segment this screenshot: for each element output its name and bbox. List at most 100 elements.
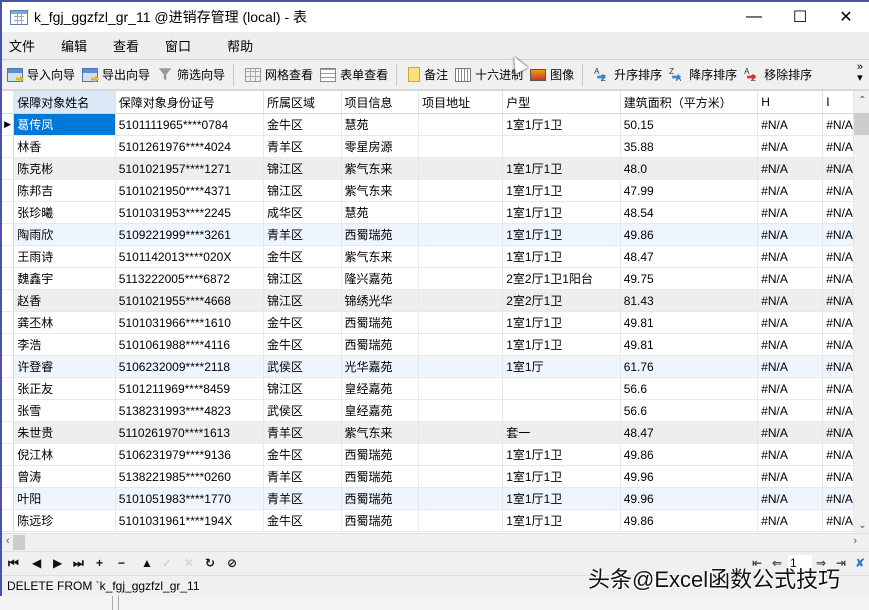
- table-cell[interactable]: [502, 377, 621, 400]
- table-cell[interactable]: 5101142013****020X: [115, 245, 265, 268]
- table-cell[interactable]: #N/A: [822, 487, 854, 510]
- table-cell[interactable]: 龚丕林: [13, 311, 116, 334]
- table-cell[interactable]: 赵香: [13, 289, 116, 312]
- table-cell[interactable]: #N/A: [822, 465, 854, 488]
- table-cell[interactable]: 5106231979****9136: [115, 443, 265, 466]
- table-cell[interactable]: [418, 311, 504, 334]
- table-cell[interactable]: 1室1厅1卫: [502, 509, 621, 532]
- next-record-button[interactable]: ▶: [53, 556, 62, 570]
- table-cell[interactable]: 5101021957****1271: [115, 157, 265, 180]
- sort-ascending-button[interactable]: A Z 升序排序: [594, 66, 662, 83]
- table-row[interactable]: 王雨诗 5101142013****020X 金牛区 紫气东来 1室1厅1卫 48.47 #…: [2, 245, 854, 268]
- table-cell[interactable]: 56.6: [620, 377, 759, 400]
- table-cell[interactable]: 1室1厅1卫: [502, 157, 621, 180]
- table-cell[interactable]: 2室2厅1卫: [502, 289, 621, 312]
- refresh-button[interactable]: ↻: [205, 556, 215, 570]
- table-row[interactable]: 曾涛 5138221985****0260 青羊区 西蜀瑞苑 1室1厅1卫 49.96 #N…: [2, 465, 854, 488]
- table-cell[interactable]: 5101061988****4116: [115, 333, 265, 356]
- table-cell[interactable]: 紫气东来: [341, 157, 420, 180]
- table-cell[interactable]: 紫气东来: [341, 421, 420, 444]
- table-cell[interactable]: 49.81: [620, 333, 759, 356]
- table-cell[interactable]: 5138221985****0260: [115, 465, 265, 488]
- table-cell[interactable]: [418, 509, 504, 532]
- table-cell[interactable]: [418, 245, 504, 268]
- table-cell[interactable]: 锦江区: [263, 179, 342, 202]
- table-cell[interactable]: #N/A: [822, 113, 854, 136]
- row-indicator[interactable]: [2, 201, 15, 224]
- table-cell[interactable]: 林香: [13, 135, 116, 158]
- table-cell[interactable]: #N/A: [822, 245, 854, 268]
- table-cell[interactable]: 武侯区: [263, 355, 342, 378]
- table-cell[interactable]: 5101051983****1770: [115, 487, 265, 510]
- table-cell[interactable]: 金牛区: [263, 509, 342, 532]
- table-cell[interactable]: #N/A: [822, 421, 854, 444]
- toolbar-overflow-button[interactable]: » ▾: [857, 62, 863, 84]
- row-indicator[interactable]: ▶: [2, 113, 15, 136]
- table-cell[interactable]: [418, 465, 504, 488]
- table-cell[interactable]: 35.88: [620, 135, 759, 158]
- scroll-left-icon[interactable]: ‹: [6, 535, 10, 547]
- table-cell[interactable]: #N/A: [822, 267, 854, 290]
- table-cell[interactable]: #N/A: [757, 179, 824, 202]
- row-indicator[interactable]: [2, 289, 15, 312]
- table-cell[interactable]: 49.86: [620, 443, 759, 466]
- prev-record-button[interactable]: ◀: [32, 556, 41, 570]
- table-cell[interactable]: 48.0: [620, 157, 759, 180]
- table-row[interactable]: 倪江林 5106231979****9136 金牛区 西蜀瑞苑 1室1厅1卫 49.86 #…: [2, 443, 854, 466]
- memo-button[interactable]: 备注: [408, 66, 448, 83]
- menu-help[interactable]: 帮助: [227, 36, 253, 55]
- table-cell[interactable]: 金牛区: [263, 113, 342, 136]
- row-indicator[interactable]: [2, 223, 15, 246]
- menu-edit[interactable]: 编辑: [61, 36, 87, 55]
- table-cell[interactable]: #N/A: [822, 223, 854, 246]
- table-cell[interactable]: 锦江区: [263, 289, 342, 312]
- table-row[interactable]: 李浩 5101061988****4116 金牛区 西蜀瑞苑 1室1厅1卫 49.81 #N…: [2, 333, 854, 356]
- table-cell[interactable]: 2室2厅1卫1阳台: [502, 267, 621, 290]
- table-row[interactable]: 魏鑫宇 5113222005****6872 锦江区 隆兴嘉苑 2室2厅1卫1阳台 49.…: [2, 267, 854, 290]
- table-cell[interactable]: 金牛区: [263, 333, 342, 356]
- column-header[interactable]: I: [822, 91, 854, 114]
- table-cell[interactable]: 61.76: [620, 355, 759, 378]
- table-cell[interactable]: 张正友: [13, 377, 116, 400]
- table-cell[interactable]: #N/A: [822, 355, 854, 378]
- table-cell[interactable]: 陈远珍: [13, 509, 116, 532]
- maximize-button[interactable]: ☐: [777, 2, 823, 32]
- import-wizard-button[interactable]: 导入向导: [7, 66, 75, 83]
- apply-changes-button[interactable]: ✓: [162, 556, 172, 570]
- table-cell[interactable]: 1室1厅1卫: [502, 179, 621, 202]
- row-indicator[interactable]: [2, 311, 15, 334]
- table-cell[interactable]: #N/A: [757, 443, 824, 466]
- table-cell[interactable]: 套一: [502, 421, 621, 444]
- table-cell[interactable]: #N/A: [757, 289, 824, 312]
- table-cell[interactable]: #N/A: [822, 443, 854, 466]
- table-cell[interactable]: 1室1厅1卫: [502, 311, 621, 334]
- table-cell[interactable]: 48.47: [620, 245, 759, 268]
- table-cell[interactable]: #N/A: [822, 157, 854, 180]
- column-header[interactable]: 户型: [502, 91, 621, 114]
- table-cell[interactable]: #N/A: [757, 509, 824, 532]
- table-cell[interactable]: 5106232009****2118: [115, 355, 265, 378]
- table-cell[interactable]: 许登睿: [13, 355, 116, 378]
- table-cell[interactable]: 5101031961****194X: [115, 509, 265, 532]
- table-row[interactable]: 陈邦吉 5101021950****4371 锦江区 紫气东来 1室1厅1卫 47.99 #…: [2, 179, 854, 202]
- table-cell[interactable]: 1室1厅1卫: [502, 333, 621, 356]
- row-indicator[interactable]: [2, 355, 15, 378]
- table-cell[interactable]: 5113222005****6872: [115, 267, 265, 290]
- row-indicator[interactable]: [2, 267, 15, 290]
- row-indicator[interactable]: [2, 135, 15, 158]
- horizontal-scroll-thumb[interactable]: [13, 535, 25, 550]
- table-cell[interactable]: 青羊区: [263, 135, 342, 158]
- row-indicator[interactable]: [2, 509, 15, 532]
- table-cell[interactable]: 西蜀瑞苑: [341, 487, 420, 510]
- table-cell[interactable]: #N/A: [822, 509, 854, 532]
- row-indicator[interactable]: [2, 421, 15, 444]
- column-header[interactable]: 项目信息: [341, 91, 420, 114]
- table-cell[interactable]: [418, 377, 504, 400]
- table-cell[interactable]: 1室1厅1卫: [502, 443, 621, 466]
- table-cell[interactable]: #N/A: [757, 377, 824, 400]
- table-cell[interactable]: 锦绣光华: [341, 289, 420, 312]
- table-cell[interactable]: 陈克彬: [13, 157, 116, 180]
- image-button[interactable]: 图像: [530, 66, 574, 83]
- table-cell[interactable]: 锦江区: [263, 377, 342, 400]
- table-cell[interactable]: 光华嘉苑: [341, 355, 420, 378]
